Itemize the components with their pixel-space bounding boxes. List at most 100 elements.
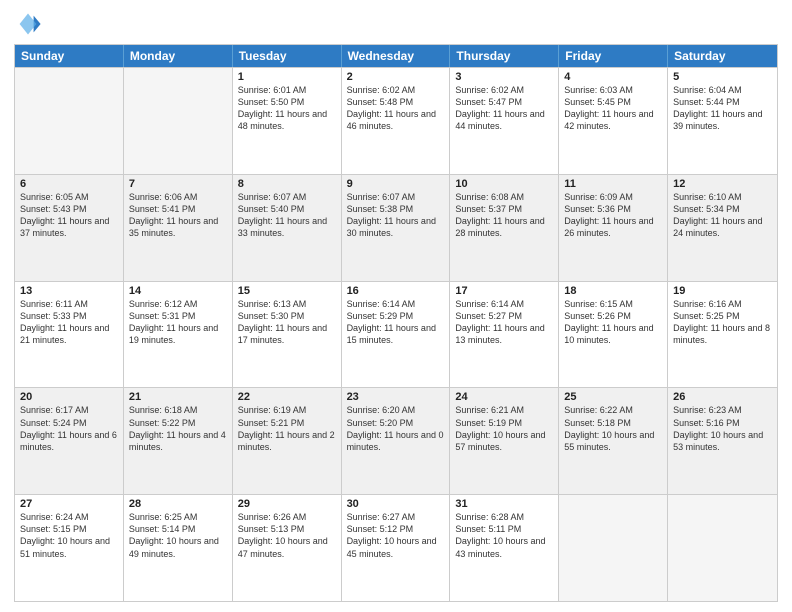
cal-cell-0-2: 1Sunrise: 6:01 AM Sunset: 5:50 PM Daylig… <box>233 68 342 174</box>
cal-cell-3-1: 21Sunrise: 6:18 AM Sunset: 5:22 PM Dayli… <box>124 388 233 494</box>
logo-icon <box>14 10 42 38</box>
cal-row-1: 6Sunrise: 6:05 AM Sunset: 5:43 PM Daylig… <box>15 174 777 281</box>
day-number: 30 <box>347 498 445 510</box>
cal-cell-0-6: 5Sunrise: 6:04 AM Sunset: 5:44 PM Daylig… <box>668 68 777 174</box>
cal-header-tuesday: Tuesday <box>233 45 342 67</box>
cal-cell-0-4: 3Sunrise: 6:02 AM Sunset: 5:47 PM Daylig… <box>450 68 559 174</box>
cal-cell-3-4: 24Sunrise: 6:21 AM Sunset: 5:19 PM Dayli… <box>450 388 559 494</box>
cell-text: Sunrise: 6:27 AM Sunset: 5:12 PM Dayligh… <box>347 511 445 560</box>
cal-cell-1-0: 6Sunrise: 6:05 AM Sunset: 5:43 PM Daylig… <box>15 175 124 281</box>
day-number: 29 <box>238 498 336 510</box>
day-number: 2 <box>347 71 445 83</box>
cal-row-2: 13Sunrise: 6:11 AM Sunset: 5:33 PM Dayli… <box>15 281 777 388</box>
cell-text: Sunrise: 6:14 AM Sunset: 5:29 PM Dayligh… <box>347 298 445 347</box>
day-number: 16 <box>347 285 445 297</box>
day-number: 1 <box>238 71 336 83</box>
cal-cell-2-0: 13Sunrise: 6:11 AM Sunset: 5:33 PM Dayli… <box>15 282 124 388</box>
cal-cell-3-0: 20Sunrise: 6:17 AM Sunset: 5:24 PM Dayli… <box>15 388 124 494</box>
calendar: SundayMondayTuesdayWednesdayThursdayFrid… <box>14 44 778 602</box>
logo <box>14 10 46 38</box>
cell-text: Sunrise: 6:26 AM Sunset: 5:13 PM Dayligh… <box>238 511 336 560</box>
cell-text: Sunrise: 6:16 AM Sunset: 5:25 PM Dayligh… <box>673 298 772 347</box>
cal-cell-3-3: 23Sunrise: 6:20 AM Sunset: 5:20 PM Dayli… <box>342 388 451 494</box>
cal-cell-0-5: 4Sunrise: 6:03 AM Sunset: 5:45 PM Daylig… <box>559 68 668 174</box>
day-number: 28 <box>129 498 227 510</box>
day-number: 20 <box>20 391 118 403</box>
day-number: 31 <box>455 498 553 510</box>
cell-text: Sunrise: 6:02 AM Sunset: 5:47 PM Dayligh… <box>455 84 553 133</box>
cal-header-friday: Friday <box>559 45 668 67</box>
cell-text: Sunrise: 6:01 AM Sunset: 5:50 PM Dayligh… <box>238 84 336 133</box>
cal-cell-4-5 <box>559 495 668 601</box>
day-number: 17 <box>455 285 553 297</box>
cell-text: Sunrise: 6:02 AM Sunset: 5:48 PM Dayligh… <box>347 84 445 133</box>
day-number: 22 <box>238 391 336 403</box>
calendar-body: 1Sunrise: 6:01 AM Sunset: 5:50 PM Daylig… <box>15 67 777 601</box>
cell-text: Sunrise: 6:14 AM Sunset: 5:27 PM Dayligh… <box>455 298 553 347</box>
cal-cell-4-0: 27Sunrise: 6:24 AM Sunset: 5:15 PM Dayli… <box>15 495 124 601</box>
cal-cell-3-5: 25Sunrise: 6:22 AM Sunset: 5:18 PM Dayli… <box>559 388 668 494</box>
day-number: 12 <box>673 178 772 190</box>
cell-text: Sunrise: 6:08 AM Sunset: 5:37 PM Dayligh… <box>455 191 553 240</box>
cal-header-wednesday: Wednesday <box>342 45 451 67</box>
cal-cell-2-4: 17Sunrise: 6:14 AM Sunset: 5:27 PM Dayli… <box>450 282 559 388</box>
cell-text: Sunrise: 6:19 AM Sunset: 5:21 PM Dayligh… <box>238 404 336 453</box>
cal-header-monday: Monday <box>124 45 233 67</box>
cal-cell-0-3: 2Sunrise: 6:02 AM Sunset: 5:48 PM Daylig… <box>342 68 451 174</box>
cal-cell-1-6: 12Sunrise: 6:10 AM Sunset: 5:34 PM Dayli… <box>668 175 777 281</box>
cell-text: Sunrise: 6:13 AM Sunset: 5:30 PM Dayligh… <box>238 298 336 347</box>
cell-text: Sunrise: 6:17 AM Sunset: 5:24 PM Dayligh… <box>20 404 118 453</box>
cal-cell-0-0 <box>15 68 124 174</box>
cell-text: Sunrise: 6:28 AM Sunset: 5:11 PM Dayligh… <box>455 511 553 560</box>
cal-cell-4-1: 28Sunrise: 6:25 AM Sunset: 5:14 PM Dayli… <box>124 495 233 601</box>
cell-text: Sunrise: 6:21 AM Sunset: 5:19 PM Dayligh… <box>455 404 553 453</box>
day-number: 27 <box>20 498 118 510</box>
cell-text: Sunrise: 6:24 AM Sunset: 5:15 PM Dayligh… <box>20 511 118 560</box>
cal-cell-4-3: 30Sunrise: 6:27 AM Sunset: 5:12 PM Dayli… <box>342 495 451 601</box>
cal-cell-4-2: 29Sunrise: 6:26 AM Sunset: 5:13 PM Dayli… <box>233 495 342 601</box>
day-number: 9 <box>347 178 445 190</box>
cal-header-sunday: Sunday <box>15 45 124 67</box>
day-number: 24 <box>455 391 553 403</box>
day-number: 25 <box>564 391 662 403</box>
cal-cell-4-4: 31Sunrise: 6:28 AM Sunset: 5:11 PM Dayli… <box>450 495 559 601</box>
day-number: 7 <box>129 178 227 190</box>
cal-row-3: 20Sunrise: 6:17 AM Sunset: 5:24 PM Dayli… <box>15 387 777 494</box>
cell-text: Sunrise: 6:25 AM Sunset: 5:14 PM Dayligh… <box>129 511 227 560</box>
cell-text: Sunrise: 6:22 AM Sunset: 5:18 PM Dayligh… <box>564 404 662 453</box>
cal-row-4: 27Sunrise: 6:24 AM Sunset: 5:15 PM Dayli… <box>15 494 777 601</box>
cell-text: Sunrise: 6:18 AM Sunset: 5:22 PM Dayligh… <box>129 404 227 453</box>
cell-text: Sunrise: 6:07 AM Sunset: 5:38 PM Dayligh… <box>347 191 445 240</box>
cal-row-0: 1Sunrise: 6:01 AM Sunset: 5:50 PM Daylig… <box>15 67 777 174</box>
cell-text: Sunrise: 6:15 AM Sunset: 5:26 PM Dayligh… <box>564 298 662 347</box>
day-number: 5 <box>673 71 772 83</box>
cal-cell-2-3: 16Sunrise: 6:14 AM Sunset: 5:29 PM Dayli… <box>342 282 451 388</box>
day-number: 26 <box>673 391 772 403</box>
page: SundayMondayTuesdayWednesdayThursdayFrid… <box>0 0 792 612</box>
day-number: 11 <box>564 178 662 190</box>
cal-cell-3-6: 26Sunrise: 6:23 AM Sunset: 5:16 PM Dayli… <box>668 388 777 494</box>
day-number: 3 <box>455 71 553 83</box>
calendar-header-row: SundayMondayTuesdayWednesdayThursdayFrid… <box>15 45 777 67</box>
cell-text: Sunrise: 6:12 AM Sunset: 5:31 PM Dayligh… <box>129 298 227 347</box>
cal-cell-1-4: 10Sunrise: 6:08 AM Sunset: 5:37 PM Dayli… <box>450 175 559 281</box>
cell-text: Sunrise: 6:03 AM Sunset: 5:45 PM Dayligh… <box>564 84 662 133</box>
day-number: 15 <box>238 285 336 297</box>
cal-header-thursday: Thursday <box>450 45 559 67</box>
day-number: 10 <box>455 178 553 190</box>
cell-text: Sunrise: 6:20 AM Sunset: 5:20 PM Dayligh… <box>347 404 445 453</box>
day-number: 18 <box>564 285 662 297</box>
cell-text: Sunrise: 6:10 AM Sunset: 5:34 PM Dayligh… <box>673 191 772 240</box>
cell-text: Sunrise: 6:05 AM Sunset: 5:43 PM Dayligh… <box>20 191 118 240</box>
cal-cell-1-3: 9Sunrise: 6:07 AM Sunset: 5:38 PM Daylig… <box>342 175 451 281</box>
day-number: 8 <box>238 178 336 190</box>
cal-cell-1-2: 8Sunrise: 6:07 AM Sunset: 5:40 PM Daylig… <box>233 175 342 281</box>
cal-cell-1-1: 7Sunrise: 6:06 AM Sunset: 5:41 PM Daylig… <box>124 175 233 281</box>
day-number: 13 <box>20 285 118 297</box>
cal-cell-2-2: 15Sunrise: 6:13 AM Sunset: 5:30 PM Dayli… <box>233 282 342 388</box>
cal-cell-0-1 <box>124 68 233 174</box>
cell-text: Sunrise: 6:07 AM Sunset: 5:40 PM Dayligh… <box>238 191 336 240</box>
day-number: 14 <box>129 285 227 297</box>
day-number: 19 <box>673 285 772 297</box>
day-number: 23 <box>347 391 445 403</box>
